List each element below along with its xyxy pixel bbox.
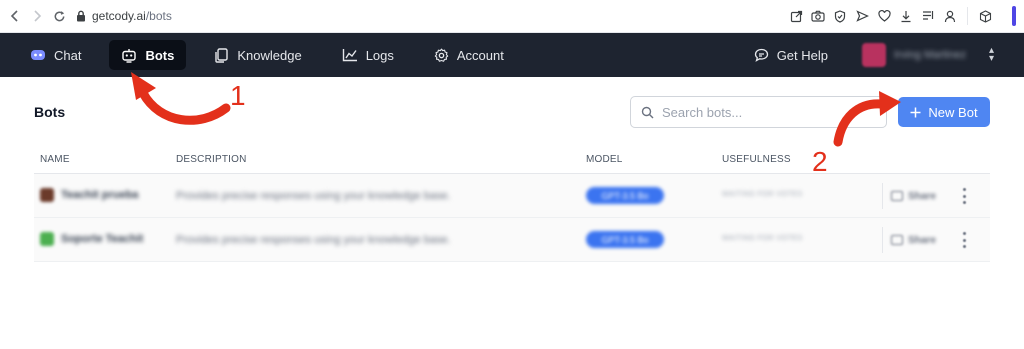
nav-right-group: Get Help Irving Martinez ▴ ▾ (754, 39, 994, 71)
share-label: Share (908, 234, 936, 246)
download-icon[interactable] (897, 7, 915, 25)
nav-item-bots[interactable]: Bots (109, 40, 187, 70)
nav-label-knowledge: Knowledge (237, 47, 302, 63)
heart-icon[interactable] (875, 7, 893, 25)
nav-item-account[interactable]: Account (422, 40, 516, 70)
toolbar-divider (967, 7, 968, 25)
gear-icon (434, 48, 449, 62)
bot-name-cell: Teachit prueba (40, 188, 138, 202)
new-bot-label: New Bot (928, 104, 978, 120)
bot-description: Provides precise responses using your kn… (176, 190, 451, 202)
bot-icon (122, 48, 137, 63)
header-name: NAME (40, 154, 70, 165)
table-row[interactable]: Teachit prueba Provides precise response… (34, 174, 990, 218)
browser-toolbar: getcody.ai/bots (0, 0, 1024, 33)
nav-item-knowledge[interactable]: Knowledge (202, 40, 313, 70)
documents-icon (215, 47, 229, 63)
forward-button[interactable] (26, 5, 48, 27)
camera-icon[interactable] (809, 7, 827, 25)
user-menu[interactable]: Irving Martinez ▴ ▾ (862, 39, 994, 71)
sidebar-indicator[interactable] (998, 4, 1016, 28)
help-chat-icon (754, 48, 768, 62)
share-icon (891, 191, 904, 201)
bot-name[interactable]: Soporte Teachit (61, 233, 143, 245)
avatar (862, 43, 886, 67)
search-bots-field[interactable] (630, 96, 887, 128)
plus-icon (910, 107, 921, 117)
profile-icon[interactable] (941, 7, 959, 25)
more-options-icon[interactable] (959, 187, 969, 205)
share-page-icon[interactable] (787, 7, 805, 25)
arrow-left-icon (10, 10, 18, 22)
search-input[interactable] (662, 104, 862, 120)
annotation-arrow-1 (138, 88, 231, 125)
header-usefulness: USEFULNESS (722, 154, 791, 165)
header-description: DESCRIPTION (176, 154, 247, 165)
back-button[interactable] (4, 5, 26, 27)
page-title: Bots (34, 104, 66, 120)
reload-icon (54, 10, 64, 21)
model-badge: GPT-3.5 Bo (586, 231, 664, 248)
user-name: Irving Martinez (894, 49, 967, 61)
share-button[interactable]: Share (882, 183, 944, 209)
lock-icon (77, 10, 85, 22)
header-model: MODEL (586, 154, 623, 165)
more-options-icon[interactable] (959, 231, 969, 249)
send-icon[interactable] (853, 7, 871, 25)
usefulness-status: WAITING FOR VOTES (722, 235, 803, 242)
table-header: NAME DESCRIPTION MODEL USEFULNESS (34, 146, 990, 174)
bots-table: NAME DESCRIPTION MODEL USEFULNESS Teachi… (34, 146, 990, 262)
search-icon (641, 106, 654, 118)
extensions-icon[interactable] (976, 7, 994, 25)
share-icon (891, 235, 904, 245)
bot-name-cell: Soporte Teachit (40, 232, 143, 246)
browser-actions (787, 4, 1016, 28)
usefulness-status: WAITING FOR VOTES (722, 191, 803, 198)
chat-bot-icon (31, 50, 45, 60)
table-row[interactable]: Soporte Teachit Provides precise respons… (34, 218, 990, 262)
chevron-updown-icon: ▴ ▾ (988, 45, 994, 64)
nav-label-logs: Logs (365, 47, 394, 63)
share-label: Share (908, 190, 936, 202)
nav-label-chat: Chat (54, 47, 82, 63)
url-text: getcody.ai/bots (92, 9, 172, 23)
share-button[interactable]: Share (882, 227, 944, 253)
bot-avatar (40, 232, 54, 246)
bot-name[interactable]: Teachit prueba (61, 189, 138, 201)
get-help-link[interactable]: Get Help (754, 48, 828, 63)
playlist-icon[interactable] (919, 7, 937, 25)
app-navbar: Chat Bots Knowledge Logs Account Get Hel… (0, 33, 1024, 77)
address-bar[interactable]: getcody.ai/bots (76, 4, 787, 28)
arrow-right-icon (34, 10, 42, 22)
reload-button[interactable] (48, 5, 70, 27)
annotation-number-2: 2 (812, 146, 828, 177)
shield-icon[interactable] (831, 7, 849, 25)
get-help-label: Get Help (776, 47, 828, 63)
nav-label-bots: Bots (145, 47, 175, 63)
nav-label-account: Account (456, 47, 504, 63)
bot-avatar (40, 188, 54, 202)
nav-item-logs[interactable]: Logs (330, 40, 406, 70)
chart-icon (342, 49, 357, 62)
bot-description: Provides precise responses using your kn… (176, 234, 451, 246)
model-badge: GPT-3.5 Bo (586, 187, 664, 204)
annotation-number-1: 1 (230, 80, 246, 111)
new-bot-button[interactable]: New Bot (898, 97, 990, 127)
nav-item-chat[interactable]: Chat (18, 40, 93, 70)
